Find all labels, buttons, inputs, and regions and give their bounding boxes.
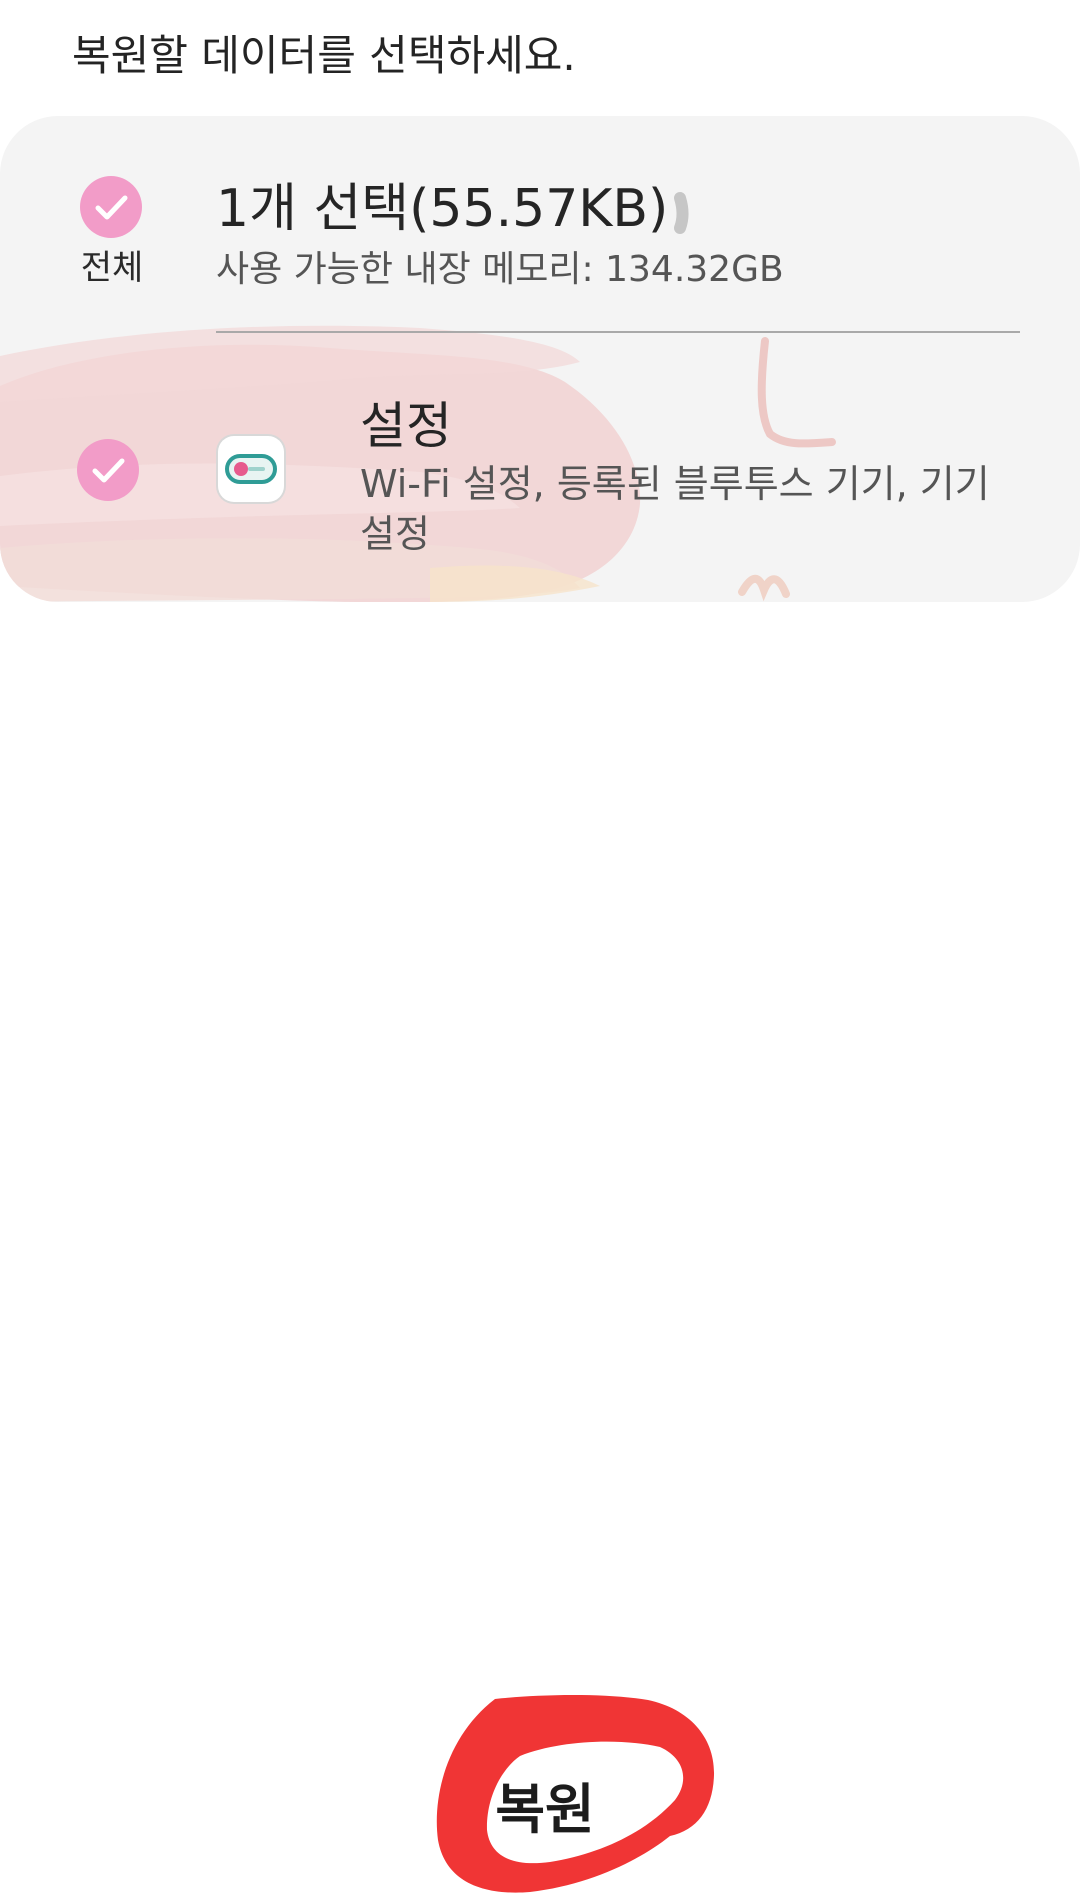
checkmark-icon — [92, 458, 125, 483]
restore-button[interactable]: 복원 — [430, 1760, 660, 1860]
settings-app-icon — [218, 436, 284, 502]
toggle-switch-icon — [225, 454, 277, 484]
checkmark-icon — [95, 195, 128, 220]
select-all-label: 전체 — [80, 248, 144, 288]
restore-data-card: 전체 1개 선택(55.57KB) 사용 가능한 내장 메모리: 134.32G… — [0, 116, 1080, 602]
available-storage-text: 사용 가능한 내장 메모리: 134.32GB — [216, 249, 784, 290]
settings-item-description: Wi-Fi 설정, 등록된 블루투스 기기, 기기 설정 — [360, 462, 990, 556]
instruction-text: 복원할 데이터를 선택하세요. — [72, 31, 576, 80]
select-all-checkbox[interactable] — [80, 176, 142, 238]
selection-summary-title: 1개 선택(55.57KB) — [216, 179, 669, 239]
settings-item-checkbox[interactable] — [77, 439, 139, 501]
settings-item-title: 설정 — [360, 397, 452, 455]
card-divider — [216, 331, 1020, 333]
